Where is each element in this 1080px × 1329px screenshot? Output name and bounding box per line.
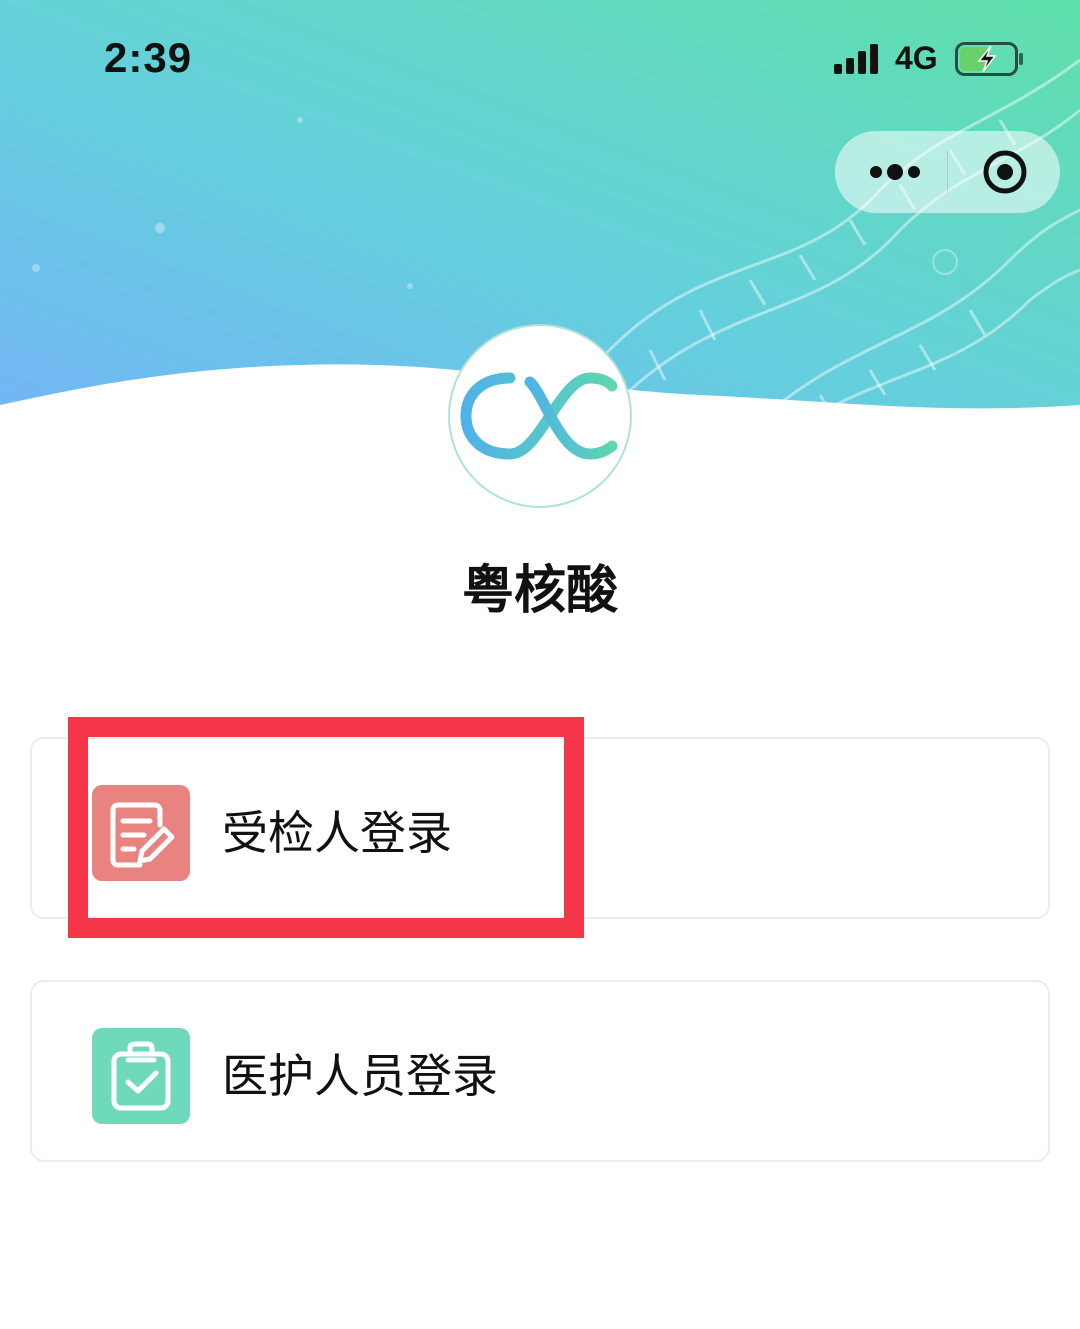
medical-staff-login-card[interactable]: 医护人员登录 xyxy=(30,980,1050,1162)
close-button[interactable] xyxy=(948,131,1060,213)
mini-program-capsule xyxy=(835,131,1060,213)
status-time: 2:39 xyxy=(104,34,193,81)
app-logo xyxy=(448,324,632,508)
close-target-icon xyxy=(983,150,1027,194)
highlight-box xyxy=(68,717,584,938)
more-icon xyxy=(870,164,920,180)
app-title: 粤核酸 xyxy=(461,561,618,621)
signal-icon xyxy=(834,44,878,74)
more-button[interactable] xyxy=(835,131,947,213)
medical-staff-login-label: 医护人员登录 xyxy=(222,1049,498,1103)
dna-logo-icon xyxy=(460,372,618,460)
clipboard-check-icon xyxy=(111,1041,171,1111)
medical-staff-login-icon-tile xyxy=(92,1028,190,1124)
network-type: 4G xyxy=(895,40,938,76)
battery-charging-icon xyxy=(955,42,1023,76)
